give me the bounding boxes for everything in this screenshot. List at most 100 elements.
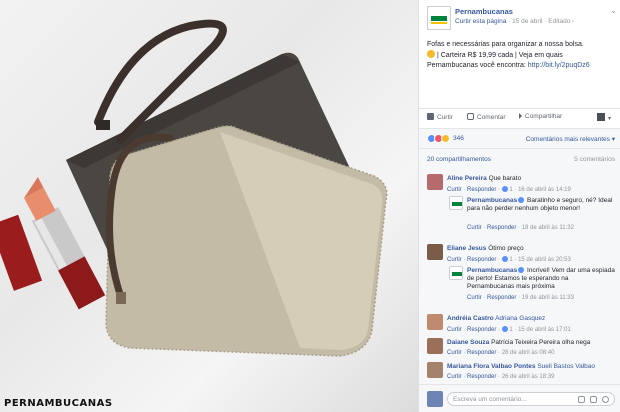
camera-icon[interactable] <box>578 396 585 403</box>
comment-reply-link[interactable]: Responder <box>467 374 496 380</box>
share-icon <box>519 113 522 119</box>
reaction-count[interactable]: 346 <box>453 135 464 142</box>
avatar[interactable] <box>427 362 443 378</box>
comment-like-count[interactable]: 1 <box>509 187 512 193</box>
post-shortlink[interactable]: http://bit.ly/2puqDz6 <box>528 62 590 69</box>
comments-list: Aline Pereira Que barato Curtir · Respon… <box>419 168 620 384</box>
comment-like-count[interactable]: 1 <box>509 257 512 263</box>
page-name-link[interactable]: Pernambucanas <box>455 7 513 16</box>
post-header: Pernambucanas Curtir esta página · 15 de… <box>427 6 617 32</box>
commenter-name[interactable]: Mariana Flora Valbao Pontes <box>447 363 536 370</box>
comment-meta: Curtir · Responder · 1 · 16 de abril às … <box>447 186 571 193</box>
reply-time[interactable]: 18 de abril às 11:32 <box>522 225 574 231</box>
profile-thumbnail-icon <box>597 113 605 121</box>
comment-meta: Curtir · Responder · 1 · 15 de abril às … <box>447 326 571 333</box>
share-button[interactable]: Compartilhar <box>519 113 562 120</box>
commenter-name[interactable]: Aline Pereira <box>447 175 487 182</box>
reply-body: Pernambucanas Baratinho e seguro, né? Id… <box>467 197 615 213</box>
brand-watermark: PERNAMBUCANAS <box>4 398 113 409</box>
share-label: Compartilhar <box>525 113 563 120</box>
comment-reply-link[interactable]: Responder <box>467 187 496 193</box>
reply-like-link[interactable]: Curtir <box>467 225 482 231</box>
like-label: Curtir <box>437 114 453 121</box>
tagged-name[interactable]: Sueli Bastos Valbao <box>537 363 595 370</box>
comment-input[interactable] <box>453 394 565 405</box>
comment-time[interactable]: 15 de abril às 20:53 <box>518 257 571 263</box>
comment-sort-dropdown[interactable]: Comentários mais relevantes ▾ <box>526 135 615 143</box>
comment-like-link[interactable]: Curtir <box>447 327 462 333</box>
comment-sort-label: Comentários mais relevantes <box>525 136 610 143</box>
post-side-panel: Pernambucanas Curtir esta página · 15 de… <box>418 0 620 412</box>
comment-composer <box>419 384 620 412</box>
globe-icon: ◦ <box>572 18 575 25</box>
thumbs-up-icon <box>427 113 434 120</box>
like-button[interactable]: Curtir <box>427 113 453 121</box>
reactions-bar: 346 Comentários mais relevantes ▾ <box>419 128 620 148</box>
comment-body: Aline Pereira Que barato <box>447 175 615 183</box>
post-text-line3: Pernambucanas você encontra: <box>427 62 528 69</box>
comment-time[interactable]: 28 de abril às 08:40 <box>502 350 555 356</box>
like-count-icon <box>501 256 508 262</box>
comment-reply-link[interactable]: Responder <box>467 350 496 356</box>
comment-button[interactable]: Comentar <box>467 113 506 121</box>
heart-eyes-emoji-icon <box>427 50 435 58</box>
reply-body: Pernambucanas Incrível! Vem dar uma espi… <box>467 267 615 291</box>
tagged-name[interactable]: Adriana Gasquez <box>495 315 545 322</box>
comment-time[interactable]: 16 de abril às 14:19 <box>518 187 571 193</box>
comment-reply-link[interactable]: Responder <box>467 257 496 263</box>
share-comment-counts: 20 compartilhamentos 5 comentários <box>419 148 620 168</box>
comment-text: Ótimo preço <box>488 245 524 252</box>
comment-like-count[interactable]: 1 <box>509 327 512 333</box>
replier-name[interactable]: Pernambucanas <box>467 267 517 274</box>
edited-label[interactable]: Editado <box>548 18 570 25</box>
avatar[interactable] <box>427 244 443 260</box>
post-text-line1: Fofas e necessárias para organizar a nos… <box>427 41 584 48</box>
emoji-icon[interactable] <box>602 396 609 403</box>
page-logo[interactable] <box>427 6 451 30</box>
reply-reply-link[interactable]: Responder <box>487 295 516 301</box>
comment-box[interactable] <box>447 392 615 406</box>
avatar[interactable] <box>427 174 443 190</box>
shares-count-link[interactable]: 20 compartilhamentos <box>427 156 491 163</box>
commenter-name[interactable]: Eliane Jesus <box>447 245 486 252</box>
verified-badge-icon <box>518 267 525 273</box>
comment-like-link[interactable]: Curtir <box>447 374 462 380</box>
post-photo[interactable]: PERNAMBUCANAS <box>0 0 418 412</box>
post-as-selector[interactable]: ▾ <box>597 112 615 122</box>
avatar[interactable] <box>449 196 463 210</box>
reply-reply-link[interactable]: Responder <box>487 225 516 231</box>
post-text-line2: | Carteira R$ 19,99 cada | Veja em quais <box>436 52 563 59</box>
comment-reply-link[interactable]: Responder <box>467 327 496 333</box>
reply-like-link[interactable]: Curtir <box>467 295 482 301</box>
reply-time[interactable]: 19 de abril às 11:33 <box>522 295 574 301</box>
post-date[interactable]: 15 de abril <box>512 18 542 25</box>
verified-badge-icon <box>518 197 525 203</box>
comment-meta: Curtir · Responder · 26 de abril às 18:3… <box>447 374 555 380</box>
reply-meta: Curtir · Responder · 18 de abril às 11:3… <box>467 225 574 231</box>
commenter-name[interactable]: Andréia Castro <box>447 315 494 322</box>
avatar[interactable] <box>427 338 443 354</box>
wow-reaction-icon[interactable] <box>441 134 450 143</box>
gif-icon[interactable] <box>590 396 597 403</box>
post-text: Fofas e necessárias para organizar a nos… <box>427 40 619 71</box>
comment-like-link[interactable]: Curtir <box>447 257 462 263</box>
replier-name[interactable]: Pernambucanas <box>467 197 517 204</box>
follow-page-link[interactable]: Curtir esta página <box>455 18 506 25</box>
comments-count[interactable]: 5 comentários <box>574 156 615 163</box>
chevron-down-icon[interactable]: ⌄ <box>610 6 617 15</box>
comment-like-link[interactable]: Curtir <box>447 187 462 193</box>
comment-body: Andréia Castro Adriana Gasquez <box>447 315 615 323</box>
comment-label: Comentar <box>477 114 506 121</box>
commenter-name[interactable]: Daiane Souza <box>447 339 489 346</box>
comment-like-link[interactable]: Curtir <box>447 350 462 356</box>
avatar[interactable] <box>427 391 443 407</box>
caret-down-icon: ▾ <box>608 116 612 122</box>
comment-meta: Curtir · Responder · 1 · 15 de abril às … <box>447 256 571 263</box>
avatar[interactable] <box>427 314 443 330</box>
comment-meta: Curtir · Responder · 28 de abril às 08:4… <box>447 350 555 356</box>
comment-time[interactable]: 26 de abril às 18:39 <box>502 374 555 380</box>
comment-time[interactable]: 15 de abril às 17:01 <box>518 327 571 333</box>
avatar[interactable] <box>449 266 463 280</box>
reply-meta: Curtir · Responder · 19 de abril às 11:3… <box>467 295 574 301</box>
comment-text: Que barato <box>488 175 522 182</box>
